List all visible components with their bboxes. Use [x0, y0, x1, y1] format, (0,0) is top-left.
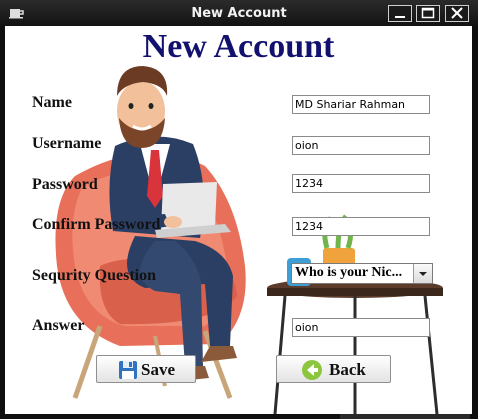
- minimize-icon: [395, 16, 405, 18]
- close-icon: [451, 7, 463, 19]
- security-question-value: Who is your Nic...: [295, 265, 403, 280]
- username-field[interactable]: oion: [292, 136, 430, 155]
- save-button[interactable]: Save: [96, 355, 196, 383]
- name-label: Name: [32, 94, 72, 111]
- close-button[interactable]: [445, 5, 469, 22]
- security-question-label: Sequrity Question: [32, 267, 157, 284]
- form-panel: New Account Name MD Shariar Rahman Usern…: [5, 26, 472, 414]
- page-title: New Account: [142, 28, 335, 65]
- maximize-button[interactable]: [416, 5, 440, 22]
- chevron-down-icon: [419, 272, 427, 276]
- back-label: Back: [329, 360, 366, 379]
- password-label: Password: [32, 176, 98, 193]
- password-field[interactable]: 1234: [292, 174, 430, 193]
- app-window: New Account New Account Name MD Shariar …: [0, 0, 478, 419]
- security-question-select[interactable]: Who is your Nic...: [291, 263, 433, 284]
- name-field[interactable]: MD Shariar Rahman: [292, 95, 430, 114]
- answer-field[interactable]: oion: [292, 318, 430, 337]
- confirm-password-label: Confirm Password: [32, 216, 161, 233]
- maximize-icon: [421, 7, 435, 19]
- bottom-strip: [340, 414, 470, 419]
- dropdown-button[interactable]: [413, 264, 432, 283]
- minimize-button[interactable]: [388, 5, 412, 22]
- answer-label: Answer: [32, 317, 85, 334]
- confirm-password-field[interactable]: 1234: [292, 217, 430, 236]
- save-label: Save: [141, 360, 175, 379]
- back-arrow-icon: [302, 360, 322, 380]
- floppy-disk-icon: [119, 361, 137, 379]
- title-bar[interactable]: New Account: [0, 0, 478, 26]
- username-label: Username: [32, 135, 102, 152]
- back-button[interactable]: Back: [276, 355, 391, 383]
